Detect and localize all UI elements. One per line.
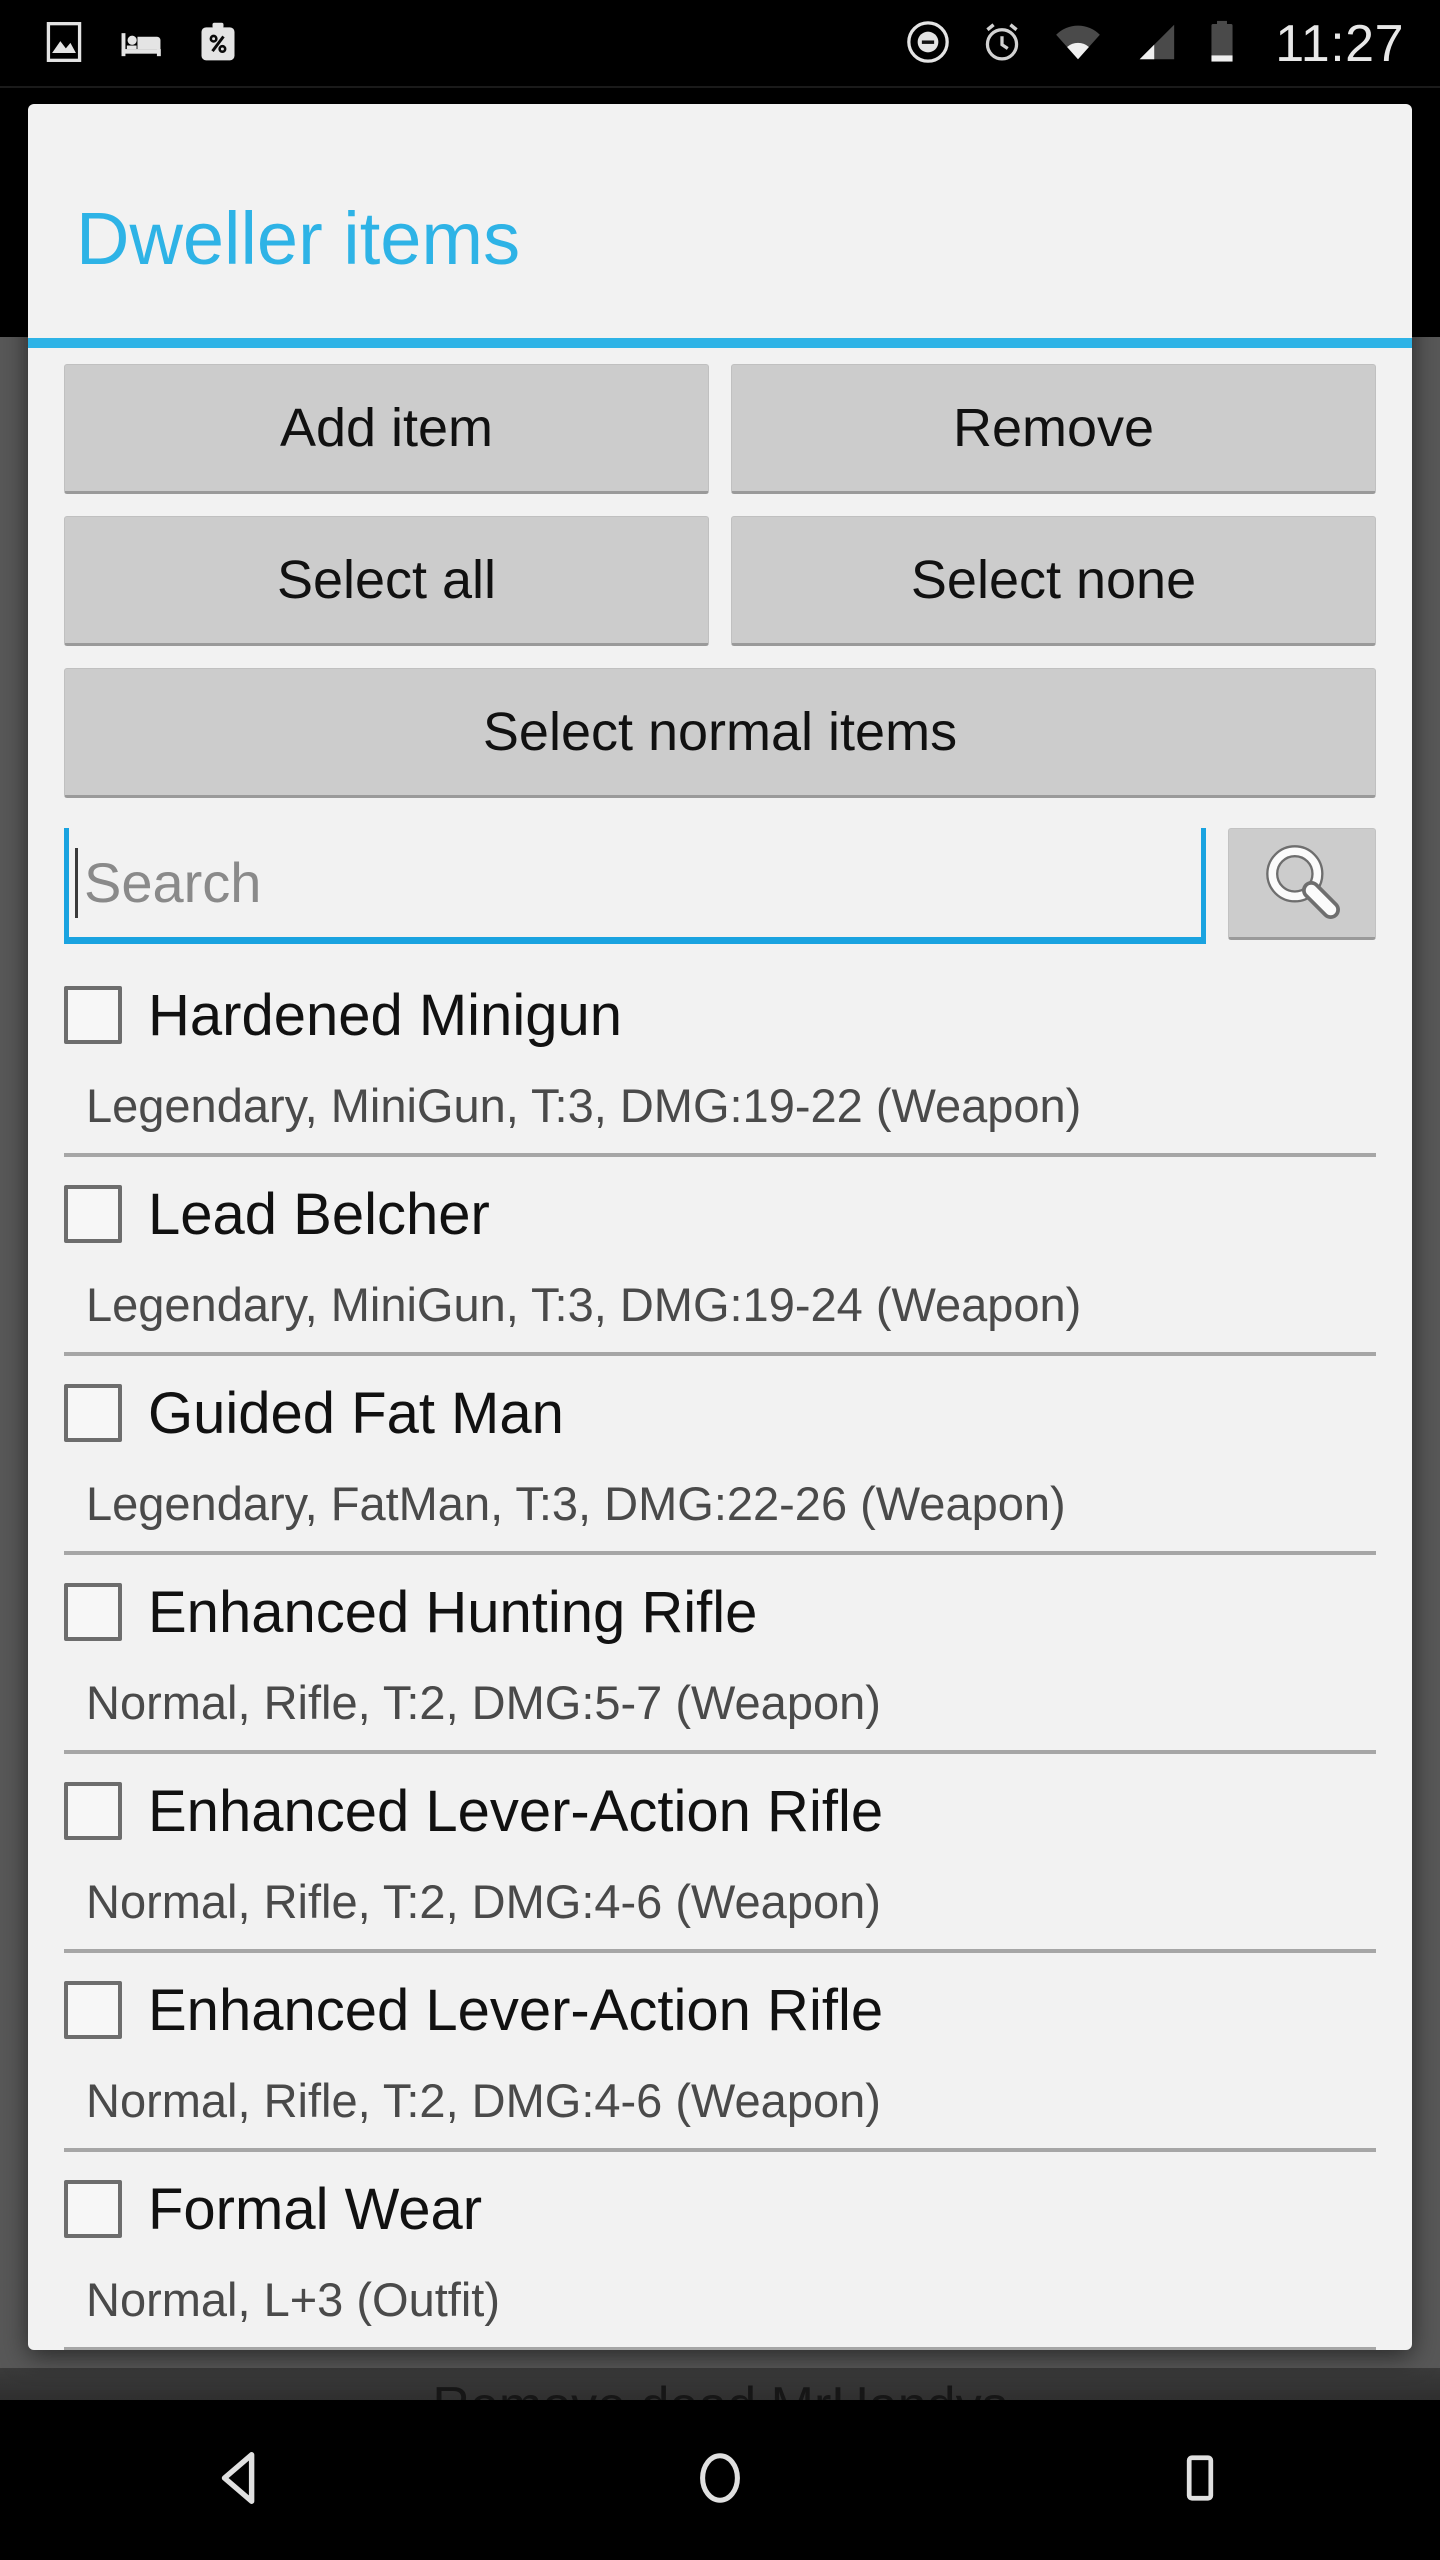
- action-button-row-2: Select all Select none: [64, 516, 1376, 646]
- list-item-header[interactable]: Enhanced Lever-Action Rifle: [64, 1768, 1388, 1854]
- list-item[interactable]: Formal Wear Normal, L+3 (Outfit): [64, 2152, 1388, 2350]
- item-divider: [64, 2347, 1376, 2350]
- list-item-header[interactable]: Formal Wear: [64, 2166, 1388, 2252]
- item-details: Legendary, MiniGun, T:3, DMG:19-22 (Weap…: [86, 1079, 1082, 1132]
- home-circle-icon: [691, 2449, 749, 2512]
- action-button-area: Add item Remove Select all Select none S…: [28, 348, 1412, 820]
- dialog-title-divider: [28, 338, 1412, 348]
- recents-square-icon: [1173, 2451, 1227, 2510]
- search-input[interactable]: Search: [64, 828, 1206, 944]
- item-name: Formal Wear: [148, 2176, 483, 2242]
- back-triangle-icon: [209, 2447, 271, 2514]
- dialog-title-bar: Dweller items: [28, 104, 1412, 338]
- list-item-header[interactable]: Guided Fat Man: [64, 1370, 1388, 1456]
- item-name: Enhanced Lever-Action Rifle: [148, 1977, 884, 2043]
- item-checkbox[interactable]: [64, 1782, 122, 1840]
- wifi-icon: [1053, 19, 1103, 70]
- status-bar-notifications: [0, 20, 240, 69]
- android-navigation-bar: [0, 2400, 1440, 2560]
- item-list[interactable]: Hardened Minigun Legendary, MiniGun, T:3,…: [28, 958, 1412, 2350]
- item-details: Normal, L+3 (Outfit): [86, 2273, 500, 2326]
- list-item[interactable]: Enhanced Lever-Action Rifle Normal, Rifle…: [64, 1754, 1388, 1953]
- item-name: Enhanced Hunting Rifle: [148, 1579, 758, 1645]
- dialog-title: Dweller items: [76, 197, 521, 280]
- item-checkbox[interactable]: [64, 1185, 122, 1243]
- item-checkbox[interactable]: [64, 1583, 122, 1641]
- select-normal-items-button[interactable]: Select normal items: [64, 668, 1376, 798]
- select-all-button[interactable]: Select all: [64, 516, 709, 646]
- briefcase-percent-icon: [196, 20, 240, 69]
- add-item-button[interactable]: Add item: [64, 364, 709, 494]
- search-icon: [1259, 838, 1345, 929]
- list-item-header[interactable]: Hardened Minigun: [64, 972, 1388, 1058]
- status-bar: 11:27: [0, 0, 1440, 88]
- item-name: Lead Belcher: [148, 1181, 490, 1247]
- home-button[interactable]: [620, 2400, 820, 2560]
- back-button[interactable]: [140, 2400, 340, 2560]
- bed-icon: [118, 20, 164, 69]
- item-details: Legendary, FatMan, T:3, DMG:22-26 (Weapo…: [86, 1477, 1066, 1530]
- do-not-disturb-icon: [905, 19, 951, 70]
- image-icon: [42, 20, 86, 69]
- list-item[interactable]: Guided Fat Man Legendary, FatMan, T:3, DM…: [64, 1356, 1388, 1555]
- list-item[interactable]: Enhanced Lever-Action Rifle Normal, Rifle…: [64, 1953, 1388, 2152]
- action-button-row-3: Select normal items: [64, 668, 1376, 798]
- list-item-header[interactable]: Enhanced Lever-Action Rifle: [64, 1967, 1388, 2053]
- status-bar-clock: 11:27: [1275, 15, 1404, 73]
- item-details: Normal, Rifle, T:2, DMG:4-6 (Weapon): [86, 1875, 881, 1928]
- remove-button[interactable]: Remove: [731, 364, 1376, 494]
- item-checkbox[interactable]: [64, 1384, 122, 1442]
- item-checkbox[interactable]: [64, 986, 122, 1044]
- item-name: Hardened Minigun: [148, 982, 622, 1048]
- status-bar-system: 11:27: [905, 14, 1440, 74]
- action-button-row-1: Add item Remove: [64, 364, 1376, 494]
- list-item[interactable]: Hardened Minigun Legendary, MiniGun, T:3,…: [64, 958, 1388, 1157]
- list-item[interactable]: Lead Belcher Legendary, MiniGun, T:3, DMG…: [64, 1157, 1388, 1356]
- item-name: Guided Fat Man: [148, 1380, 564, 1446]
- alarm-icon: [979, 19, 1025, 70]
- text-cursor: [75, 847, 78, 918]
- item-details: Legendary, MiniGun, T:3, DMG:19-24 (Weap…: [86, 1278, 1082, 1331]
- search-placeholder: Search: [84, 851, 262, 914]
- item-checkbox[interactable]: [64, 1981, 122, 2039]
- item-checkbox[interactable]: [64, 2180, 122, 2238]
- cellular-signal-icon: [1131, 19, 1179, 70]
- item-details: Normal, Rifle, T:2, DMG:5-7 (Weapon): [86, 1676, 881, 1729]
- item-name: Enhanced Lever-Action Rifle: [148, 1778, 884, 1844]
- list-item[interactable]: Enhanced Hunting Rifle Normal, Rifle, T:2…: [64, 1555, 1388, 1754]
- search-row: Search: [28, 820, 1412, 944]
- recents-button[interactable]: [1100, 2400, 1300, 2560]
- list-item-header[interactable]: Lead Belcher: [64, 1171, 1388, 1257]
- battery-icon: [1207, 19, 1237, 70]
- item-details: Normal, Rifle, T:2, DMG:4-6 (Weapon): [86, 2074, 881, 2127]
- dweller-items-dialog: Dweller items Add item Remove Select all…: [28, 104, 1412, 2350]
- list-item-header[interactable]: Enhanced Hunting Rifle: [64, 1569, 1388, 1655]
- select-none-button[interactable]: Select none: [731, 516, 1376, 646]
- search-button[interactable]: [1228, 828, 1376, 940]
